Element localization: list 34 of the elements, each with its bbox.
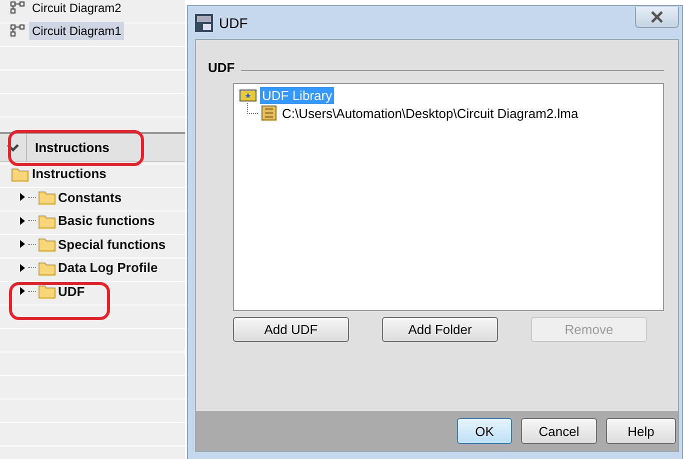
folder-icon — [38, 212, 56, 229]
dialog-button[interactable]: Cancel — [521, 418, 597, 444]
expander-icon[interactable] — [18, 240, 26, 248]
group-title: UDF — [208, 60, 235, 75]
window-title: UDF — [219, 14, 248, 30]
expander-icon[interactable] — [18, 264, 26, 272]
folder-icon — [38, 260, 56, 276]
tree-item[interactable]: Special functions — [58, 236, 166, 252]
project-item[interactable]: Circuit Diagram2 — [29, 0, 124, 17]
tree-item[interactable]: Constants — [58, 190, 122, 205]
folder-icon — [38, 189, 56, 206]
close-icon[interactable] — [635, 7, 679, 28]
expander-icon[interactable] — [18, 216, 26, 225]
app-logo-icon — [195, 14, 213, 32]
folder-icon — [38, 283, 56, 300]
file-icon — [261, 105, 277, 121]
expander-icon[interactable] — [18, 193, 26, 202]
tree-item[interactable]: C:\Users\Automation\Desktop\Circuit Diagram2.lma — [280, 104, 580, 122]
dialog-button[interactable]: Help — [606, 418, 676, 444]
panel-title: Instructions — [34, 140, 110, 155]
action-button[interactable]: Add UDF — [233, 317, 349, 342]
tree-item[interactable]: Instructions — [32, 166, 106, 182]
tree-item[interactable]: UDF — [58, 284, 85, 299]
tree-item[interactable]: Data Log Profile — [58, 260, 158, 276]
action-button[interactable]: Add Folder — [382, 317, 498, 342]
expander-icon[interactable] — [18, 287, 26, 296]
tree-item[interactable]: Basic functions — [58, 213, 155, 228]
folder-icon — [11, 166, 29, 182]
folder-icon — [38, 236, 56, 252]
diagram-icon — [10, 24, 26, 38]
library-icon — [239, 88, 257, 102]
dialog-button[interactable]: OK — [457, 418, 512, 444]
diagram-icon — [10, 0, 26, 15]
project-item[interactable]: Circuit Diagram1 — [29, 22, 124, 40]
